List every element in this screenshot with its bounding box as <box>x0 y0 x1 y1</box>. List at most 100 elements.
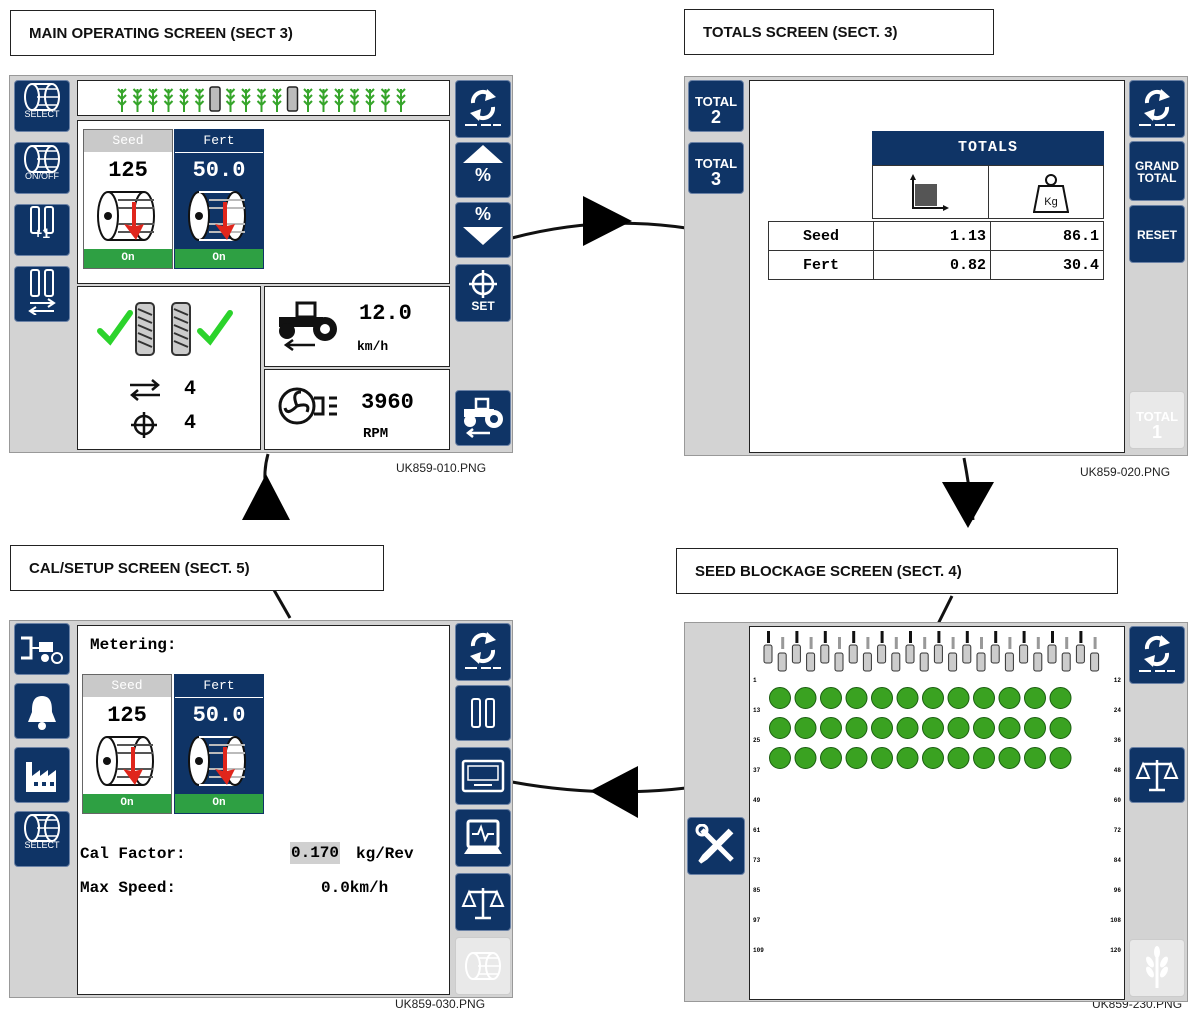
factory-button[interactable] <box>14 747 70 803</box>
seed-card[interactable]: Seed 125 On <box>83 129 173 269</box>
total-2-num: 2 <box>710 107 721 127</box>
add-row-label: +1 <box>34 225 50 241</box>
row-strip <box>77 80 450 116</box>
total-3-num: 3 <box>710 169 721 189</box>
row-number-right: 96 <box>1114 887 1122 894</box>
select-button[interactable]: SELECT <box>14 80 70 132</box>
sensor-tick <box>767 631 770 643</box>
total-2-button[interactable]: TOTAL 2 <box>688 80 744 132</box>
total-1-button[interactable]: TOTAL 1 <box>1129 391 1185 449</box>
width-status-panel: 4 4 <box>77 286 261 450</box>
sensor-indicator <box>845 687 868 709</box>
crop-disabled-button[interactable] <box>1129 939 1185 997</box>
sensor-tick <box>795 631 799 643</box>
scales-icon <box>461 888 505 920</box>
plant-icon <box>380 88 391 112</box>
plant-icon <box>396 88 406 112</box>
title-blockage-screen: SEED BLOCKAGE SCREEN (SECT. 4) <box>676 548 1118 594</box>
seed-blockage-screen: 1 13 25 37 49 61 73 85 97 109 12 24 36 48 60 72 84 96 108 1… <box>684 622 1188 1002</box>
swap-arrows-icon <box>130 379 160 401</box>
diagnostics-button[interactable] <box>455 809 511 867</box>
speed-unit: km/h <box>357 339 389 354</box>
drill-button[interactable] <box>14 623 70 675</box>
sensor-tick <box>923 637 927 649</box>
tractor-button[interactable] <box>455 390 511 446</box>
set-label: SET <box>471 299 495 313</box>
scales-button[interactable] <box>455 873 511 931</box>
onoff-button[interactable]: ON/OFF <box>14 142 70 194</box>
grand-total-button[interactable]: GRAND TOTAL <box>1129 141 1185 201</box>
sensor-indicator <box>973 687 995 709</box>
row-number-left: 97 <box>753 917 761 924</box>
plant-icon <box>225 88 236 112</box>
add-row-button[interactable]: +1 <box>14 204 70 256</box>
tyre-marker <box>891 652 901 672</box>
sensor-tick <box>838 637 841 649</box>
fert-card[interactable]: Fert 50.0 On <box>174 674 264 814</box>
roller-disabled-button[interactable] <box>455 937 511 995</box>
set-button[interactable]: SET <box>455 264 511 322</box>
flow-arrow-up <box>242 474 290 520</box>
tyre-marker <box>877 644 887 664</box>
rate-up-button[interactable]: % <box>455 142 511 198</box>
display-button[interactable] <box>455 747 511 805</box>
seed-rate-value: 125 <box>107 703 147 728</box>
sensor-tick <box>1065 637 1069 649</box>
sensor-indicator <box>820 687 842 709</box>
tyre-marker <box>962 644 972 664</box>
fert-rate-value: 50.0 <box>192 158 246 183</box>
sensor-indicator <box>794 717 817 739</box>
tools-icon <box>695 824 734 864</box>
cal-factor-input[interactable]: 0.170 <box>290 842 341 864</box>
total-3-button[interactable]: TOTAL 3 <box>688 142 744 194</box>
row-setup-button[interactable] <box>455 685 511 741</box>
seed-tab: Seed <box>83 675 171 697</box>
sensor-tick <box>781 637 785 649</box>
cycle-screen-button[interactable] <box>455 80 511 138</box>
cycle-screen-button[interactable] <box>1129 80 1185 138</box>
weight-icon-label: Kg <box>1044 196 1057 208</box>
sensor-indicator <box>896 717 919 739</box>
tyre-marker <box>820 644 830 664</box>
tyre-marker <box>1004 652 1014 672</box>
row-number-left: 73 <box>753 857 761 864</box>
cycle-screen-button[interactable] <box>455 623 511 681</box>
metering-roller-icon <box>97 191 155 241</box>
plant-icon <box>132 88 143 112</box>
reset-button[interactable]: RESET <box>1129 205 1185 263</box>
row-name: Seed <box>768 221 874 251</box>
arrow-down-icon <box>463 227 503 245</box>
speed-value: 12.0 <box>359 301 412 326</box>
tyre-marker <box>1075 644 1085 664</box>
sensor-indicator <box>845 717 868 739</box>
tools-button[interactable] <box>687 817 745 875</box>
plant-icon <box>318 88 329 112</box>
alarm-button[interactable] <box>14 683 70 739</box>
fert-rate-value: 50.0 <box>192 703 246 728</box>
sensor-tick <box>965 631 969 643</box>
fert-card[interactable]: Fert 50.0 On <box>174 129 264 269</box>
scales-button[interactable] <box>1129 747 1185 803</box>
row-area: 0.82 <box>873 250 991 280</box>
sensor-grid: 1 13 25 37 49 61 73 85 97 109 12 24 36 48 60 72 84 96 108 1… <box>753 631 1122 954</box>
flow-arrow-down <box>942 482 994 528</box>
seed-status: On <box>84 249 172 268</box>
crop-rows-icon <box>117 86 406 112</box>
sensor-indicator <box>1049 747 1072 769</box>
tyre-marker <box>919 652 929 672</box>
row-number-right: 108 <box>1110 917 1121 924</box>
row-swap-button[interactable] <box>14 266 70 322</box>
fan-icon <box>278 387 337 425</box>
sensor-indicator <box>769 687 791 709</box>
rate-down-button[interactable]: % <box>455 202 511 258</box>
tractor-icon <box>464 397 503 438</box>
seed-card[interactable]: Seed 125 On <box>82 674 172 814</box>
plant-icon <box>256 88 267 112</box>
sensor-indicator <box>947 717 970 739</box>
select-button[interactable]: SELECT <box>14 811 70 867</box>
tyre-pair-icon <box>471 698 495 728</box>
target-icon <box>131 412 157 438</box>
cycle-screen-button[interactable] <box>1129 626 1185 684</box>
speed-panel: 12.0 km/h <box>264 286 450 367</box>
weight-icon: Kg <box>1033 174 1069 213</box>
